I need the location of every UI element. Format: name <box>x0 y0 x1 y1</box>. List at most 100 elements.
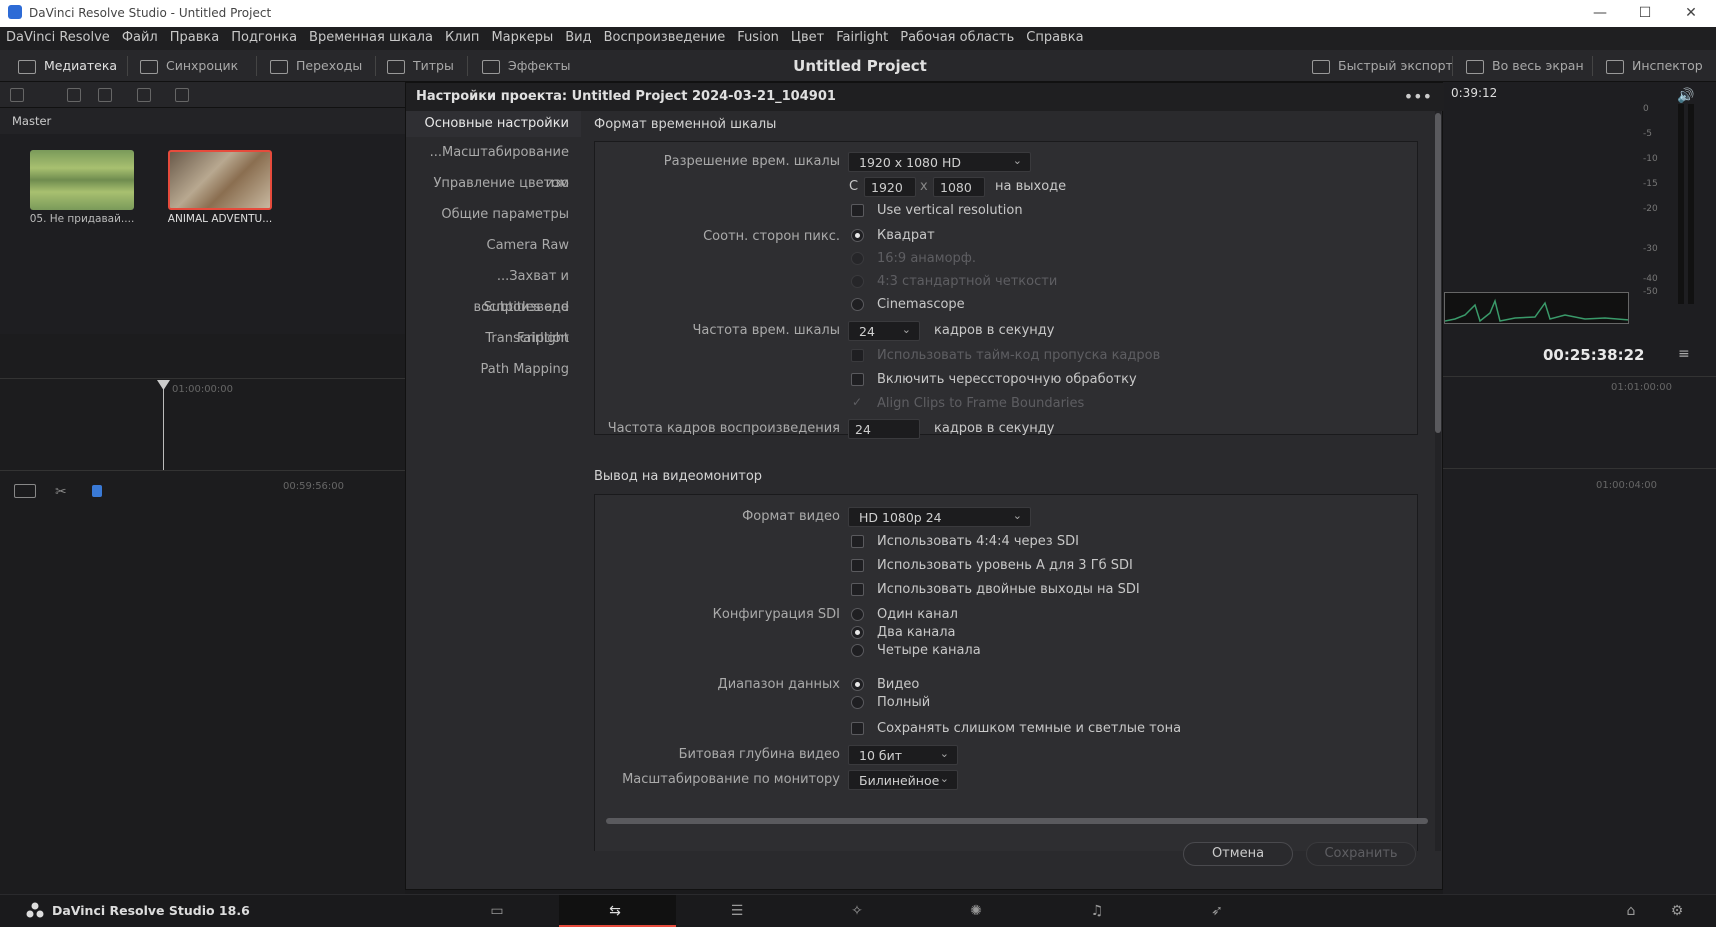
minimize-icon[interactable]: — <box>1585 4 1615 22</box>
cancel-button[interactable]: Отмена <box>1183 842 1293 866</box>
transitions-icon <box>270 59 288 74</box>
video-clip-thumbnail[interactable] <box>168 150 272 210</box>
new-bin-icon[interactable] <box>98 88 112 102</box>
width-input[interactable]: 1920 <box>864 177 916 197</box>
sdi-single-radio[interactable] <box>851 608 864 621</box>
height-input[interactable]: 1080 <box>933 177 985 197</box>
align-check-icon[interactable]: ✓ <box>852 395 862 409</box>
volume-icon[interactable]: 🔊 <box>1677 88 1694 104</box>
drop-frame-checkbox[interactable] <box>851 349 864 362</box>
sdi-quad-radio[interactable] <box>851 644 864 657</box>
titles-button[interactable]: Титры <box>387 50 454 82</box>
nav-subtitles[interactable]: Subtitles and Transcription <box>406 292 581 346</box>
transitions-button[interactable]: Переходы <box>270 50 362 82</box>
menu-trim[interactable]: Подгонка <box>225 27 303 49</box>
nav-capture-playback[interactable]: ...Захват и воспроизведе <box>406 261 581 315</box>
media-page-icon[interactable]: ▭ <box>488 903 506 919</box>
menu-markers[interactable]: Маркеры <box>485 27 559 49</box>
nav-general-options[interactable]: Общие параметры <box>406 199 581 230</box>
meter-tick: -30 <box>1643 244 1658 254</box>
effects-button[interactable]: Эффекты <box>482 50 571 82</box>
fairlight-page-icon[interactable]: ♫ <box>1088 903 1106 919</box>
menu-file[interactable]: Файл <box>116 27 164 49</box>
menu-edit[interactable]: Правка <box>164 27 225 49</box>
more-options-icon[interactable]: ••• <box>1404 87 1432 106</box>
vertical-scrollbar[interactable] <box>1435 111 1441 851</box>
ruler-timecode: 01:00:00:00 <box>172 384 234 395</box>
fps-dropdown[interactable]: 24 ⌄ <box>848 321 920 341</box>
menu-fusion[interactable]: Fusion <box>731 27 785 49</box>
nav-path-mapping[interactable]: Path Mapping <box>406 354 581 385</box>
horizontal-scrollbar[interactable] <box>606 818 1428 824</box>
chevron-down-icon: ⌄ <box>1012 509 1022 522</box>
menu-playback[interactable]: Воспроизведение <box>598 27 732 49</box>
audio-clip-thumbnail[interactable] <box>30 150 134 210</box>
list-view-icon[interactable] <box>10 88 24 102</box>
playhead[interactable] <box>163 384 164 470</box>
clip-view-icon[interactable] <box>14 484 36 498</box>
range-full-radio[interactable] <box>851 696 864 709</box>
import-icon[interactable] <box>67 88 81 102</box>
nav-color-management[interactable]: Управление цветом <box>406 168 581 199</box>
aspect-option: 4:3 стандартной четкости <box>877 274 1058 289</box>
save-button[interactable]: Сохранить <box>1306 842 1416 866</box>
media-pool-button[interactable]: Медиатека <box>18 50 117 82</box>
playback-fps-input[interactable]: 24 <box>848 419 920 439</box>
scrollbar-thumb[interactable] <box>1435 113 1441 433</box>
level-a-label: Использовать уровень A для 3 Гб SDI <box>877 558 1133 573</box>
sdi-dual-radio[interactable] <box>851 626 864 639</box>
sdi-444-checkbox[interactable] <box>851 535 864 548</box>
range-video-radio[interactable] <box>851 678 864 691</box>
marker-icon[interactable] <box>92 485 102 497</box>
fusion-page-icon[interactable]: ✧ <box>848 903 866 919</box>
quick-export-button[interactable]: Быстрый экспорт <box>1312 50 1453 82</box>
media-subtoolbar <box>0 82 405 108</box>
inspector-button[interactable]: Инспектор <box>1606 50 1703 82</box>
sync-button[interactable]: Синхроцик <box>140 50 238 82</box>
right-panel: 0:39:12 00:25:38:22 ≡ 01:01:00:00 01:00:… <box>1443 82 1716 894</box>
color-page-icon[interactable]: ✺ <box>967 903 985 919</box>
menu-fairlight[interactable]: Fairlight <box>830 27 894 49</box>
menu-clip[interactable]: Клип <box>439 27 486 49</box>
sync-clips-icon[interactable] <box>137 88 151 102</box>
close-icon[interactable]: ✕ <box>1676 4 1706 22</box>
level-a-checkbox[interactable] <box>851 559 864 572</box>
nav-fairlight[interactable]: Fairlight <box>406 323 581 354</box>
dual-sdi-checkbox[interactable] <box>851 583 864 596</box>
aspect-sd-radio[interactable] <box>851 275 864 288</box>
settings-gear-icon[interactable]: ⚙ <box>1668 903 1686 919</box>
nav-image-scaling[interactable]: ...Масштабирование изо <box>406 137 581 191</box>
blade-icon[interactable]: ✂ <box>55 484 67 500</box>
interlace-checkbox[interactable] <box>851 373 864 386</box>
monitor-scaling-dropdown[interactable]: Билинейное ⌄ <box>848 770 958 790</box>
menu-davinci[interactable]: DaVinci Resolve <box>0 27 116 49</box>
menu-view[interactable]: Вид <box>559 27 597 49</box>
vertical-res-checkbox[interactable] <box>851 204 864 217</box>
aspect-square-radio[interactable] <box>851 229 864 242</box>
fullscreen-button[interactable]: Во весь экран <box>1466 50 1584 82</box>
deliver-page-icon[interactable]: ➶ <box>1208 903 1226 919</box>
home-icon[interactable]: ⌂ <box>1622 903 1640 919</box>
edit-timeline-icon[interactable]: ☰ <box>728 903 746 919</box>
timeline-res-dropdown[interactable]: 1920 x 1080 HD ⌄ <box>848 152 1031 172</box>
playhead-marker-icon[interactable] <box>157 380 170 390</box>
aspect-cinemascope-radio[interactable] <box>851 298 864 311</box>
bit-depth-dropdown[interactable]: 10 бит ⌄ <box>848 745 958 765</box>
menu-color[interactable]: Цвет <box>785 27 830 49</box>
aspect-option: 16:9 анаморф. <box>877 251 977 266</box>
nav-camera-raw[interactable]: Camera Raw <box>406 230 581 261</box>
menu-help[interactable]: Справка <box>1020 27 1089 49</box>
video-format-dropdown[interactable]: HD 1080p 24 ⌄ <box>848 507 1031 527</box>
menu-timeline[interactable]: Временная шкала <box>303 27 439 49</box>
nav-master-settings[interactable]: Основные настройки <box>406 111 581 137</box>
maximize-icon[interactable]: ☐ <box>1630 4 1660 22</box>
section-title: Формат временной шкалы <box>594 117 777 132</box>
fps-unit: кадров в секунду <box>934 323 1055 338</box>
menu-workspace[interactable]: Рабочая область <box>894 27 1020 49</box>
edit-page-icon[interactable]: ⇆ <box>606 903 624 919</box>
bin-header[interactable]: Master <box>0 108 405 134</box>
chevron-down-icon: ⌄ <box>939 772 949 785</box>
aspect-anamorphic-radio[interactable] <box>851 252 864 265</box>
retain-checkbox[interactable] <box>851 722 864 735</box>
link-icon[interactable] <box>175 88 189 102</box>
